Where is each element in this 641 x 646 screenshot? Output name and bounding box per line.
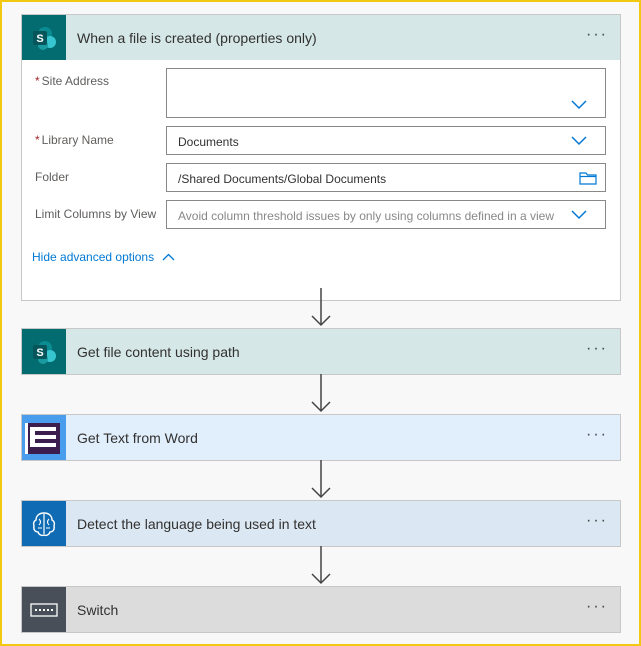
step-title: Get file content using path <box>77 343 240 360</box>
hide-advanced-options-link[interactable]: Hide advanced options <box>32 250 175 264</box>
word-text-icon <box>22 415 66 460</box>
chevron-down-icon[interactable] <box>571 136 587 146</box>
sharepoint-icon: S <box>22 329 66 374</box>
connector-arrow <box>311 460 331 499</box>
step-get-file-content: S Get file content using path ··· <box>21 328 621 375</box>
chevron-down-icon[interactable] <box>571 100 587 110</box>
limit-columns-label: Limit Columns by View <box>35 207 157 221</box>
trigger-card: S When a file is created (properties onl… <box>21 14 621 301</box>
trigger-more-options-button[interactable]: ··· <box>586 25 608 45</box>
cognitive-services-icon <box>22 501 66 546</box>
trigger-form: * Site Address * Library Name Documents Fo… <box>22 60 620 300</box>
switch-icon <box>22 587 66 632</box>
step-header[interactable]: S Get file content using path ··· <box>22 329 620 374</box>
library-name-label: * Library Name <box>35 133 114 147</box>
folder-field[interactable]: /Shared Documents/Global Documents <box>166 163 606 192</box>
step-get-text-from-word: Get Text from Word ··· <box>21 414 621 461</box>
step-more-options-button[interactable]: ··· <box>586 511 608 531</box>
step-title: Detect the language being used in text <box>77 515 316 532</box>
trigger-title: When a file is created (properties only) <box>77 29 317 46</box>
connector-arrow <box>311 546 331 585</box>
library-name-field[interactable]: Documents <box>166 126 606 155</box>
trigger-header[interactable]: S When a file is created (properties onl… <box>22 15 620 60</box>
step-header[interactable]: Switch ··· <box>22 587 620 632</box>
chevron-up-icon <box>162 253 175 261</box>
svg-text:S: S <box>36 347 43 359</box>
step-title: Switch <box>77 601 119 618</box>
step-more-options-button[interactable]: ··· <box>586 597 608 617</box>
site-address-label: * Site Address <box>35 74 110 88</box>
step-more-options-button[interactable]: ··· <box>586 339 608 359</box>
chevron-down-icon[interactable] <box>571 210 587 220</box>
step-title: Get Text from Word <box>77 429 198 446</box>
step-switch: Switch ··· <box>21 586 621 633</box>
sharepoint-icon: S <box>22 15 66 60</box>
step-header[interactable]: Detect the language being used in text ·… <box>22 501 620 546</box>
step-header[interactable]: Get Text from Word ··· <box>22 415 620 460</box>
limit-columns-field[interactable]: Avoid column threshold issues by only us… <box>166 200 606 229</box>
folder-icon[interactable] <box>579 171 597 185</box>
step-more-options-button[interactable]: ··· <box>586 425 608 445</box>
folder-label: Folder <box>35 170 70 184</box>
svg-text:S: S <box>36 33 43 45</box>
site-address-field[interactable] <box>166 68 606 118</box>
connector-arrow <box>311 288 331 327</box>
step-detect-language: Detect the language being used in text ·… <box>21 500 621 547</box>
connector-arrow <box>311 374 331 413</box>
